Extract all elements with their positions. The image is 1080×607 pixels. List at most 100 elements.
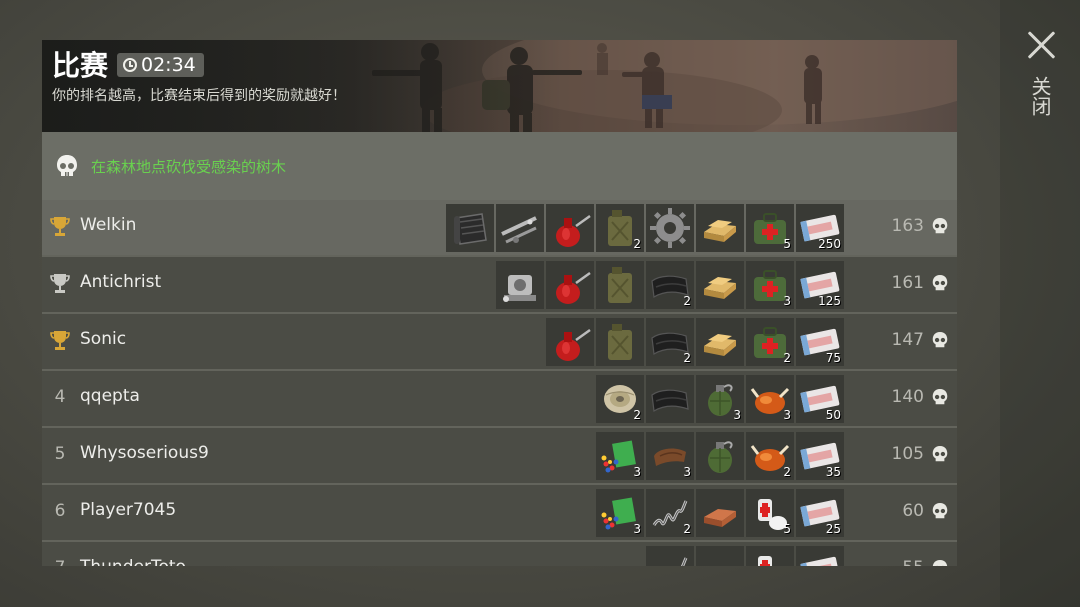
reward-slot[interactable] (696, 432, 744, 480)
close-button[interactable]: 关闭 (1022, 28, 1060, 128)
reward-slot[interactable]: 3 (646, 432, 694, 480)
reward-slot[interactable] (446, 204, 494, 252)
reward-slot[interactable]: 2 (746, 432, 794, 480)
reward-slot[interactable]: 3 (596, 489, 644, 537)
reward-slot[interactable]: 2 (746, 318, 794, 366)
gear-icon (650, 208, 690, 248)
reward-slot[interactable]: 5 (746, 204, 794, 252)
item-quantity: 250 (818, 237, 841, 251)
item-quantity: 75 (825, 351, 841, 365)
oil-can-icon (556, 271, 591, 304)
rank-number: 6 (54, 501, 66, 521)
item-quantity: 2 (683, 522, 691, 536)
reward-slot[interactable]: 2 (596, 204, 644, 252)
skull-icon (932, 389, 948, 405)
reward-slot[interactable] (646, 546, 694, 566)
reward-items: 2 3 125 (496, 261, 844, 309)
close-icon[interactable] (1026, 30, 1056, 60)
leaderboard-row[interactable]: Antichrist 2 3 125 161 (42, 257, 957, 314)
leaderboard-row[interactable]: 6 Player7045 3 2 5 25 60 (42, 485, 957, 542)
reward-slot[interactable] (546, 204, 594, 252)
reward-slot[interactable]: 75 (796, 318, 844, 366)
score-value: 163 (891, 216, 924, 236)
reward-items: 2 2 75 (546, 318, 844, 366)
reward-slot[interactable]: 3 (696, 375, 744, 423)
gold-bars-icon (704, 334, 736, 356)
trophy-icon (50, 274, 70, 293)
reward-slot[interactable]: 2 (646, 318, 694, 366)
trophy-icon (50, 331, 70, 350)
item-quantity: 5 (783, 522, 791, 536)
item-quantity: 35 (825, 465, 841, 479)
reward-slot[interactable] (546, 318, 594, 366)
jerry-can-icon (608, 324, 632, 360)
reward-slot[interactable] (696, 546, 744, 566)
spring-icon (680, 557, 688, 566)
reward-slot[interactable] (746, 546, 794, 566)
reward-slot[interactable]: 50 (796, 375, 844, 423)
reward-slot[interactable] (596, 261, 644, 309)
reward-slot[interactable]: 35 (796, 432, 844, 480)
reward-slot[interactable] (646, 204, 694, 252)
item-quantity: 25 (825, 522, 841, 536)
item-quantity: 2 (783, 465, 791, 479)
leaderboard-row[interactable]: Welkin 2 5 250 163 (42, 200, 957, 257)
reward-slot[interactable] (696, 489, 744, 537)
skull-icon (932, 503, 948, 519)
header-banner: 比赛 02:34 你的排名越高，比赛结束后得到的奖励就越好！ (42, 40, 957, 132)
reward-slot[interactable]: 125 (796, 261, 844, 309)
jerry-can-icon (608, 267, 632, 303)
reward-slot[interactable] (496, 204, 544, 252)
reward-slot[interactable] (546, 261, 594, 309)
reward-slot[interactable]: 5 (746, 489, 794, 537)
leaderboard-row[interactable]: 7 ThunderToto 55 (42, 542, 957, 566)
reward-items: 3 2 5 25 (596, 489, 844, 537)
reward-items: 3 3 2 35 (596, 432, 844, 480)
leaderboard-row[interactable]: 4 qqepta 2 3 3 50 140 (42, 371, 957, 428)
reward-items (646, 546, 844, 566)
copper-ingot-icon (704, 509, 736, 527)
score-value: 60 (902, 501, 924, 521)
item-quantity: 3 (633, 465, 641, 479)
item-quantity: 3 (733, 408, 741, 422)
item-quantity: 3 (783, 408, 791, 422)
reward-slot[interactable]: 2 (646, 261, 694, 309)
score-value: 105 (891, 444, 924, 464)
reward-slot[interactable] (696, 318, 744, 366)
skull-icon (57, 155, 77, 176)
objective-bar: 在森林地点砍伐受感染的树木 (42, 132, 957, 200)
cloth-icon (651, 389, 689, 412)
copper-ingot-icon (696, 546, 744, 566)
skull-icon (932, 446, 948, 462)
clock-icon (123, 58, 137, 72)
timer-text: 02:34 (141, 54, 196, 76)
trophy-icon (50, 217, 70, 236)
reward-slot[interactable]: 3 (746, 375, 794, 423)
item-quantity: 2 (633, 237, 641, 251)
score-value: 147 (891, 330, 924, 350)
reward-slot[interactable] (496, 261, 544, 309)
reward-slot[interactable]: 2 (646, 489, 694, 537)
reward-slot[interactable]: 250 (796, 204, 844, 252)
bandage-icon (758, 556, 772, 566)
leaderboard-row[interactable]: Sonic 2 2 75 147 (42, 314, 957, 371)
skull-icon (932, 332, 948, 348)
reward-slot[interactable] (646, 375, 694, 423)
close-label[interactable]: 关闭 (1028, 76, 1052, 116)
gold-bars-icon (704, 220, 736, 242)
reward-slot[interactable]: 3 (746, 261, 794, 309)
competition-panel: 比赛 02:34 你的排名越高，比赛结束后得到的奖励就越好！ 在森林地点砍伐受感… (42, 40, 957, 566)
reward-slot[interactable] (796, 546, 844, 566)
item-quantity: 3 (683, 465, 691, 479)
leaderboard-row[interactable]: 5 Whysoserious9 3 3 2 35 105 (42, 428, 957, 485)
item-quantity: 2 (783, 351, 791, 365)
reward-slot[interactable] (696, 204, 744, 252)
reward-slot[interactable]: 2 (596, 375, 644, 423)
reward-slot[interactable]: 25 (796, 489, 844, 537)
reward-slot[interactable]: 3 (596, 432, 644, 480)
reward-slot[interactable] (596, 318, 644, 366)
player-name: Whysoserious9 (80, 443, 209, 463)
reward-slot[interactable] (696, 261, 744, 309)
oil-can-icon (556, 214, 591, 247)
gold-bars-icon (704, 277, 736, 299)
